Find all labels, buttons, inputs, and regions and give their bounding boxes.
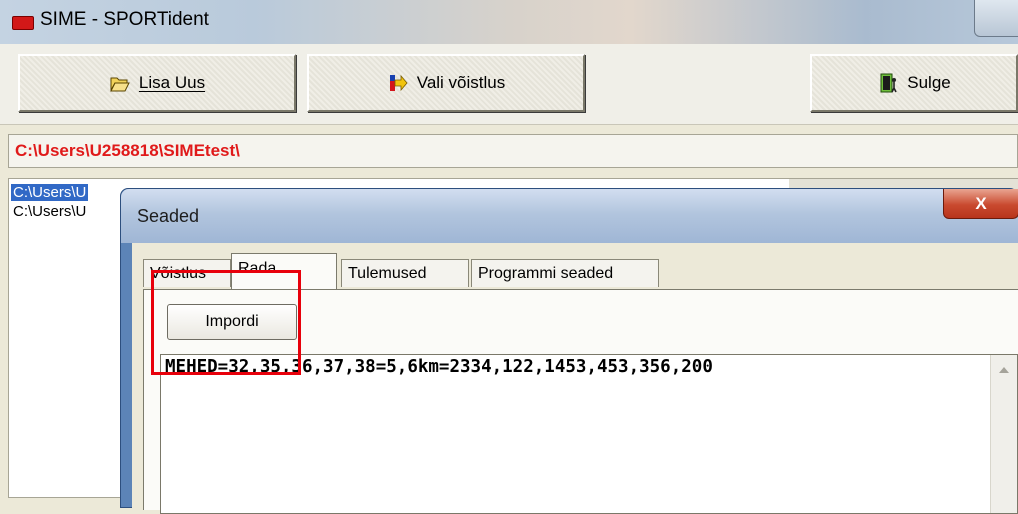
settings-dialog: Seaded X Võistlus Rada Tulemused Program… — [120, 188, 1018, 514]
rada-tab-page: Impordi MEHED=32,35,36,37,38=5,6km=2334,… — [143, 289, 1018, 514]
current-path-bar: C:\Users\U258818\SIMEtest\ — [8, 134, 1018, 168]
list-item[interactable]: C:\Users\U — [11, 203, 88, 220]
folder-open-icon — [110, 77, 130, 92]
tab-rada[interactable]: Rada — [231, 253, 337, 289]
tab-programmi-seaded[interactable]: Programmi seaded — [471, 259, 659, 287]
dialog-titlebar[interactable]: Seaded X — [121, 189, 1018, 243]
select-competition-button[interactable]: Vali võistlus — [307, 54, 585, 112]
dialog-close-button[interactable]: X — [943, 189, 1018, 219]
dialog-client: Võistlus Rada Tulemused Programmi seaded… — [132, 243, 1018, 514]
editor-text: MEHED=32,35,36,37,38=5,6km=2334,122,1453… — [165, 357, 713, 377]
course-text-editor[interactable]: MEHED=32,35,36,37,38=5,6km=2334,122,1453… — [160, 354, 1018, 514]
tab-voistlus[interactable]: Võistlus — [143, 259, 231, 287]
exit-door-icon — [880, 73, 897, 93]
current-path: C:\Users\U258818\SIMEtest\ — [15, 141, 240, 160]
close-button[interactable]: Sulge — [810, 54, 1018, 112]
window-titlebar[interactable]: SIME - SPORTident — [0, 0, 1018, 44]
window-title: SIME - SPORTident — [40, 9, 209, 30]
add-new-button[interactable]: Lisa Uus — [18, 54, 296, 112]
list-item[interactable]: C:\Users\U — [11, 184, 89, 201]
select-competition-label: Vali võistlus — [416, 73, 506, 92]
dialog-title: Seaded — [137, 206, 200, 226]
close-label: Sulge — [907, 73, 951, 92]
tab-strip: Võistlus Rada Tulemused Programmi seaded — [143, 253, 1018, 289]
scroll-up-arrow-icon[interactable] — [999, 367, 1009, 373]
close-icon: X — [975, 193, 987, 213]
toolbar: Lisa Uus Vali võistlus Sulge — [0, 44, 1018, 125]
import-button[interactable]: Impordi — [167, 304, 297, 340]
app-icon — [12, 16, 34, 30]
add-new-label: Lisa Uus — [138, 73, 206, 92]
arrow-right-icon — [389, 74, 408, 92]
tab-tulemused[interactable]: Tulemused — [341, 259, 469, 287]
window-control-button[interactable] — [974, 0, 1018, 37]
editor-scrollbar[interactable] — [990, 355, 1017, 513]
